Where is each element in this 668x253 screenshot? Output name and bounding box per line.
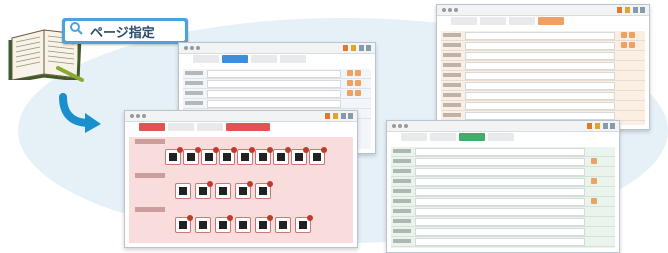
toolbar-icons bbox=[617, 7, 645, 13]
tab-3[interactable] bbox=[197, 123, 223, 131]
window-titlebar bbox=[437, 5, 649, 16]
grid-cell[interactable] bbox=[175, 215, 193, 233]
grid-cell[interactable] bbox=[255, 181, 273, 199]
grid-cell[interactable] bbox=[183, 147, 201, 165]
window-pink bbox=[124, 110, 358, 248]
grid-cell[interactable] bbox=[165, 147, 183, 165]
list-item bbox=[441, 61, 645, 71]
grid-cell[interactable] bbox=[255, 147, 273, 165]
list-item bbox=[391, 207, 615, 217]
tab-3[interactable] bbox=[251, 55, 277, 63]
tab-2[interactable] bbox=[222, 55, 248, 63]
toolbar-icons bbox=[343, 45, 371, 51]
list-item bbox=[441, 71, 645, 81]
window-orange bbox=[436, 4, 650, 130]
list-item bbox=[391, 217, 615, 227]
nav-buttons-icon bbox=[184, 46, 200, 50]
list-item bbox=[391, 187, 615, 197]
list-item bbox=[441, 91, 645, 101]
form-rows bbox=[441, 31, 645, 125]
tab-row bbox=[437, 16, 649, 26]
window-titlebar bbox=[387, 121, 619, 132]
grid-cell[interactable] bbox=[215, 183, 231, 199]
list-item bbox=[391, 237, 615, 247]
curved-arrow-icon bbox=[59, 93, 101, 133]
grid-cell[interactable] bbox=[215, 215, 233, 233]
grid-cell[interactable] bbox=[195, 217, 211, 233]
window-green bbox=[386, 120, 620, 253]
toolbar-icons bbox=[325, 113, 353, 119]
list-item bbox=[391, 167, 615, 177]
grid-cell[interactable] bbox=[235, 181, 253, 199]
search-tag-label: ページ指定 bbox=[90, 26, 155, 41]
nav-buttons-icon bbox=[392, 124, 408, 128]
tab-1[interactable] bbox=[193, 55, 219, 63]
tab-4[interactable] bbox=[226, 123, 270, 131]
tab-3[interactable] bbox=[509, 17, 535, 25]
tab-1[interactable] bbox=[401, 133, 427, 141]
grid-row bbox=[135, 139, 347, 169]
tab-row bbox=[179, 54, 375, 64]
search-icon bbox=[70, 22, 83, 35]
tab-1[interactable] bbox=[139, 123, 165, 131]
tab-row bbox=[125, 122, 357, 132]
page-search-tag: ページ指定 bbox=[62, 18, 188, 44]
tab-2[interactable] bbox=[480, 17, 506, 25]
list-item bbox=[441, 31, 645, 41]
list-item bbox=[391, 157, 615, 167]
tab-2[interactable] bbox=[168, 123, 194, 131]
grid-row bbox=[135, 173, 347, 203]
tab-3[interactable] bbox=[459, 133, 485, 141]
grid-row bbox=[135, 207, 347, 237]
grid-cell[interactable] bbox=[309, 147, 327, 165]
nav-buttons-icon bbox=[442, 8, 458, 12]
tab-4[interactable] bbox=[280, 55, 306, 63]
window-titlebar bbox=[125, 111, 357, 122]
tab-4[interactable] bbox=[538, 17, 564, 25]
list-item bbox=[391, 227, 615, 237]
grid-cell[interactable] bbox=[255, 215, 273, 233]
grid-cell[interactable] bbox=[295, 215, 313, 233]
list-item bbox=[183, 99, 371, 109]
grid-cell[interactable] bbox=[235, 217, 251, 233]
list-item bbox=[441, 101, 645, 111]
window-titlebar bbox=[179, 43, 375, 54]
list-item bbox=[183, 89, 371, 99]
form-rows bbox=[391, 147, 615, 248]
list-item bbox=[183, 69, 371, 79]
grid-cell[interactable] bbox=[275, 217, 291, 233]
list-item bbox=[391, 197, 615, 207]
toolbar-icons bbox=[587, 123, 615, 129]
list-item bbox=[391, 147, 615, 157]
list-item bbox=[391, 177, 615, 187]
grid-cell[interactable] bbox=[201, 147, 219, 165]
tab-1[interactable] bbox=[451, 17, 477, 25]
nav-buttons-icon bbox=[130, 114, 146, 118]
tab-4[interactable] bbox=[488, 133, 514, 141]
grid-cell[interactable] bbox=[175, 183, 191, 199]
magnifier-icon bbox=[56, 66, 84, 82]
tab-row bbox=[387, 132, 619, 142]
grid-cell[interactable] bbox=[273, 147, 291, 165]
grid-cell[interactable] bbox=[195, 181, 213, 199]
grid-cell[interactable] bbox=[219, 147, 237, 165]
list-item bbox=[441, 41, 645, 51]
grid-area bbox=[129, 137, 353, 243]
tab-2[interactable] bbox=[430, 133, 456, 141]
grid-cell[interactable] bbox=[237, 147, 255, 165]
list-item bbox=[441, 81, 645, 91]
list-item bbox=[441, 51, 645, 61]
list-item bbox=[183, 79, 371, 89]
grid-cell[interactable] bbox=[291, 147, 309, 165]
